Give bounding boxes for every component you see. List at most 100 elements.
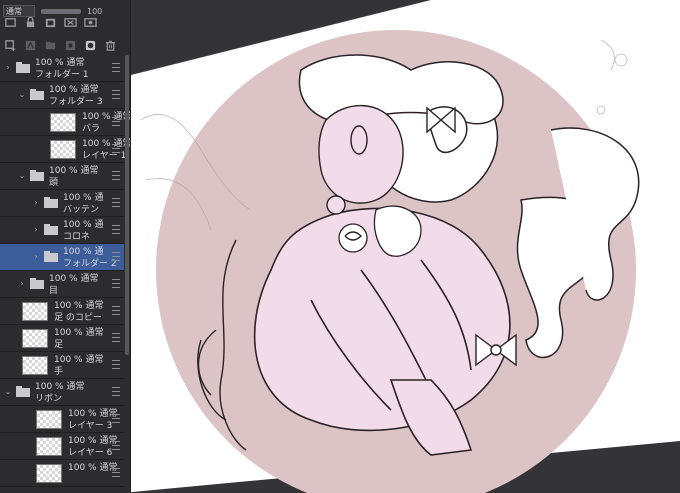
layer-opacity-mode: 100 % 通常 <box>35 382 85 392</box>
layer-action-bar <box>0 34 124 56</box>
layer-row[interactable]: 100 % 通常足 のコピー <box>0 298 124 325</box>
layer-menu-icon[interactable] <box>112 333 120 342</box>
layer-thumbnail <box>22 329 48 348</box>
lock-icon[interactable] <box>23 15 37 29</box>
layer-menu-icon[interactable] <box>112 414 120 423</box>
layer-row[interactable]: 100 % 通常 レイヤー 1 <box>0 136 130 163</box>
layer-row[interactable]: 100 % 通常 バラ <box>0 109 130 136</box>
layer-thumbnail <box>36 410 62 429</box>
chevron-down-icon[interactable]: ⌄ <box>4 387 12 397</box>
layer-opacity-mode: 100 % 通常 <box>68 409 118 419</box>
layer-name: フォルダー 2 <box>63 259 117 269</box>
layer-row[interactable]: 100 % 通常 レイヤー 6 <box>0 433 124 460</box>
layer-name: フォルダー 3 <box>49 97 103 107</box>
chevron-right-icon[interactable]: › <box>32 198 40 208</box>
layer-list: › 100 % 通常 フォルダー 1 ⌄ 100 % 通常 フォルダー 3 100 % 通常… <box>0 55 130 493</box>
layer-menu-icon[interactable] <box>112 441 120 450</box>
layer-panel: 通常 100 › 100 % 通常 フォルダー 1 ⌄ 100 % 通常 フォル… <box>0 0 131 493</box>
reference-icon[interactable] <box>83 15 97 29</box>
layer-menu-icon[interactable] <box>112 171 120 180</box>
folder-icon <box>44 197 58 208</box>
chevron-right-icon[interactable]: › <box>32 225 40 235</box>
layer-name: バッテン <box>63 205 100 215</box>
layer-thumbnail <box>36 437 62 456</box>
layer-opacity-mode: 100 % 通常 <box>49 85 99 95</box>
layer-folder-row[interactable]: ⌄ 100 % 通常頭 <box>0 163 124 190</box>
new-vector-layer-icon[interactable] <box>23 38 37 52</box>
folder-icon <box>30 170 44 181</box>
layer-opacity-mode: 100 % 通常 <box>49 274 99 284</box>
chevron-right-icon[interactable]: › <box>18 279 26 289</box>
layer-opacity-mode: 100 % 通常 <box>68 463 118 473</box>
chevron-right-icon[interactable]: › <box>32 252 40 262</box>
layer-opacity-mode: 100 % 通常 <box>35 58 85 68</box>
layer-opacity-mode: 100 % 通常 <box>54 355 104 365</box>
layer-name: リボン <box>35 394 63 404</box>
layer-folder-row[interactable]: ⌄ 100 % 通常 フォルダー 3 <box>0 82 124 109</box>
layer-menu-icon[interactable] <box>112 117 120 126</box>
layer-lock-bar <box>0 11 124 33</box>
layer-name: レイヤー 1 <box>82 151 127 161</box>
layer-name: 足 のコピー <box>54 313 102 323</box>
chevron-right-icon[interactable]: › <box>4 63 12 73</box>
layer-row[interactable]: 100 % 通常足 <box>0 325 124 352</box>
layer-menu-icon[interactable] <box>112 225 120 234</box>
palette-icon[interactable] <box>3 15 17 29</box>
folder-icon <box>44 224 58 235</box>
layer-name: バラ <box>82 124 101 134</box>
layer-name: 頭 <box>49 178 59 188</box>
layer-menu-icon[interactable] <box>112 63 120 72</box>
layer-menu-icon[interactable] <box>112 387 120 396</box>
new-folder-icon[interactable] <box>43 38 57 52</box>
layer-row[interactable]: 100 % 通常手 <box>0 352 124 379</box>
layer-name: フォルダー 1 <box>35 70 89 80</box>
chevron-down-icon[interactable]: ⌄ <box>18 171 26 181</box>
layer-thumbnail <box>22 356 48 375</box>
lock-transparent-icon[interactable] <box>43 15 57 29</box>
chevron-down-icon[interactable]: ⌄ <box>18 90 26 100</box>
layer-name: 足 <box>54 340 64 350</box>
new-raster-layer-icon[interactable] <box>3 38 17 52</box>
layer-menu-icon[interactable] <box>112 252 120 261</box>
folder-icon <box>16 62 30 73</box>
layer-folder-row[interactable]: › 100 % 通フォルダー 2 <box>0 244 124 271</box>
layer-menu-icon[interactable] <box>112 468 120 477</box>
layer-opacity-mode: 100 % 通常 <box>82 139 131 149</box>
layer-folder-row[interactable]: › 100 % 通コロネ <box>0 217 124 244</box>
layer-list-scrollbar[interactable] <box>125 55 129 355</box>
layer-row[interactable]: 100 % 通常 <box>0 460 124 487</box>
clipping-icon[interactable] <box>63 15 77 29</box>
folder-icon <box>30 278 44 289</box>
layer-menu-icon[interactable] <box>112 279 120 288</box>
layer-folder-row[interactable]: ⌄ 100 % 通常 リボン <box>0 379 124 406</box>
layer-name: 目 <box>49 286 59 296</box>
layer-folder-row[interactable]: › 100 % 通常 フォルダー 1 <box>0 55 124 82</box>
layer-folder-row[interactable]: › 100 % 通常目 <box>0 271 124 298</box>
clip-layer-icon[interactable] <box>63 38 77 52</box>
folder-icon <box>16 386 30 397</box>
layer-thumbnail <box>22 302 48 321</box>
layer-name: レイヤー 6 <box>68 448 113 458</box>
folder-icon <box>44 251 58 262</box>
canvas-area[interactable] <box>131 0 680 493</box>
layer-menu-icon[interactable] <box>112 360 120 369</box>
layer-opacity-mode: 100 % 通 <box>63 220 104 230</box>
layer-menu-icon[interactable] <box>112 90 120 99</box>
layer-thumbnail <box>36 464 62 483</box>
layer-name: コロネ <box>63 232 91 242</box>
layer-menu-icon[interactable] <box>112 144 120 153</box>
layer-opacity-mode: 100 % 通 <box>63 193 104 203</box>
layer-opacity-mode: 100 % 通常 <box>54 301 104 311</box>
layer-menu-icon[interactable] <box>112 198 120 207</box>
layer-thumbnail <box>50 113 76 132</box>
layer-thumbnail <box>50 140 76 159</box>
layer-opacity-mode: 100 % 通 <box>63 247 104 257</box>
canvas-artwork[interactable] <box>131 0 680 493</box>
layer-row[interactable]: 100 % 通常 レイヤー 3 <box>0 406 124 433</box>
layer-opacity-mode: 100 % 通常 <box>82 112 131 122</box>
layer-menu-icon[interactable] <box>112 306 120 315</box>
layer-folder-row[interactable]: › 100 % 通バッテン <box>0 190 124 217</box>
delete-icon[interactable] <box>103 38 117 52</box>
layer-name: 手 <box>54 367 64 377</box>
mask-icon[interactable] <box>83 38 97 52</box>
